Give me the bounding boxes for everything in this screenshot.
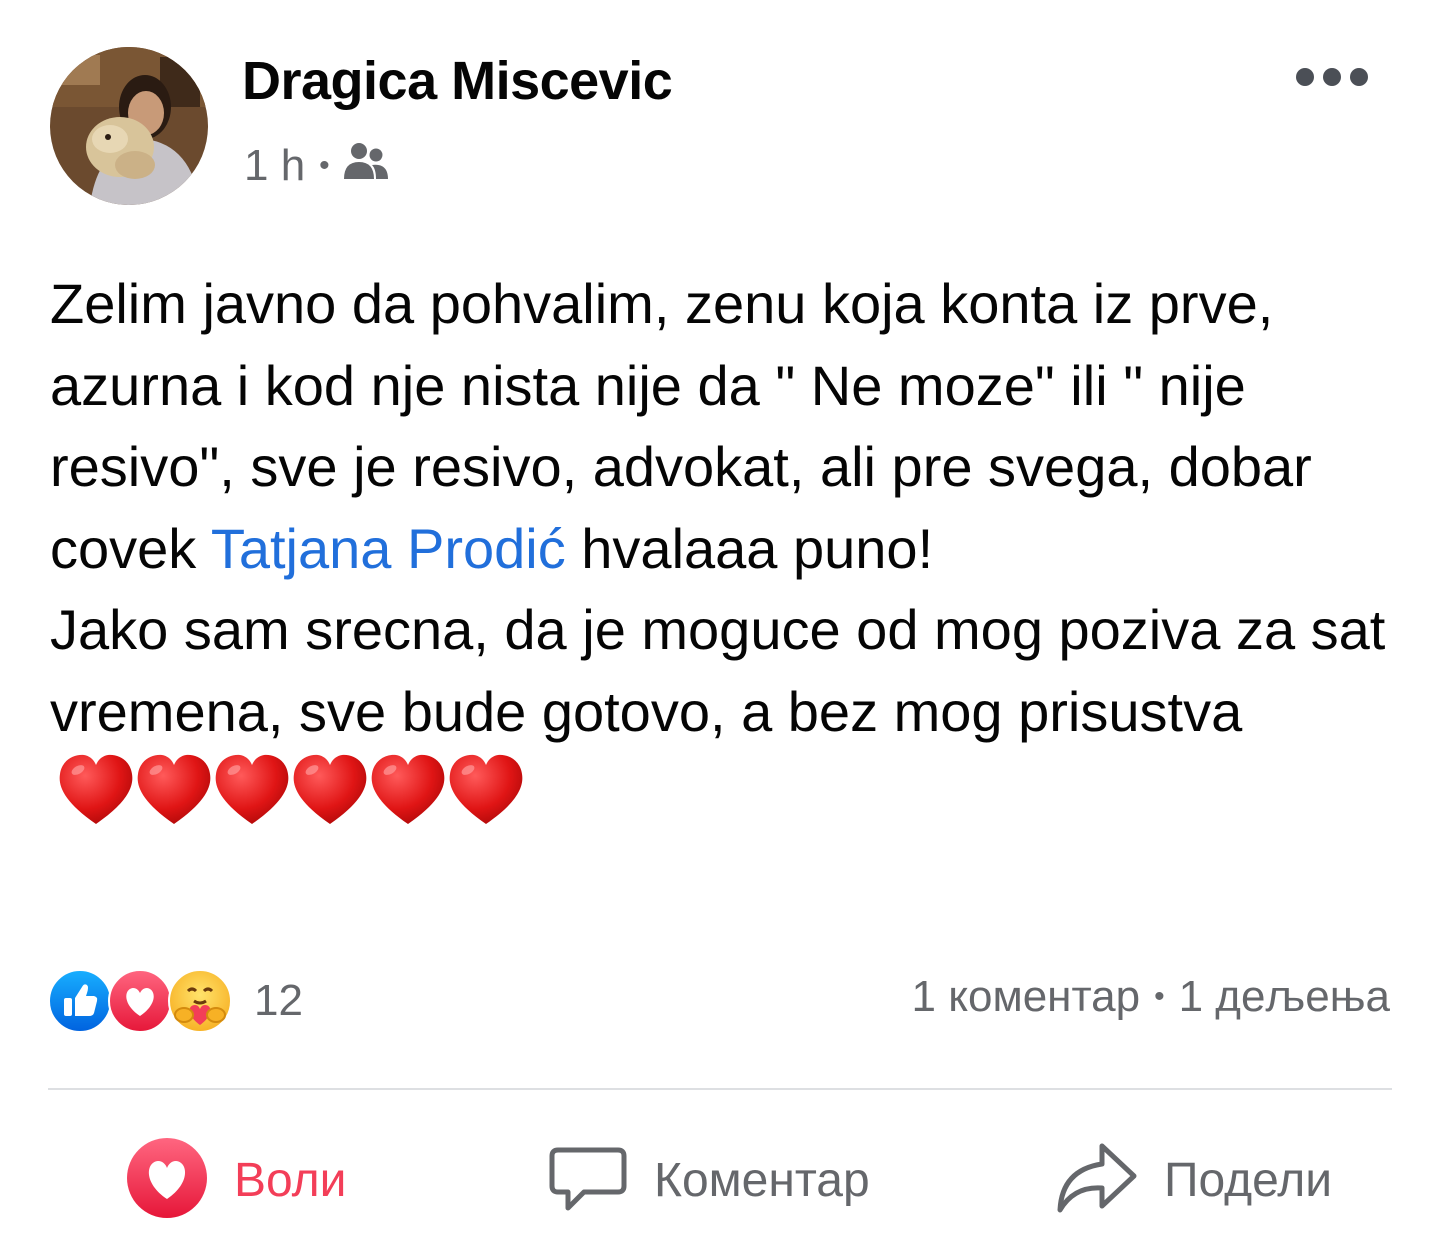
comment-button[interactable]: Коментар [548, 1135, 870, 1225]
meta-separator: • [319, 149, 330, 182]
share-label: Подели [1164, 1153, 1333, 1207]
red-heart-icon [368, 752, 446, 848]
post-paragraph-1: Zelim javno da pohvalim, zenu koja konta… [50, 263, 1410, 589]
reactions-summary[interactable]: 12 [48, 968, 303, 1034]
post-stats: 1 коментар • 1 дељења [912, 972, 1390, 1022]
like-icon [48, 969, 112, 1033]
post-time[interactable]: 1 h [244, 141, 305, 191]
post-text: Zelim javno da pohvalim, zenu koja konta… [50, 263, 1410, 848]
reaction-count: 12 [254, 976, 303, 1025]
red-heart-icon [290, 752, 368, 848]
love-icon [108, 969, 172, 1033]
friends-icon[interactable] [342, 141, 390, 192]
heart-emoji-group [56, 752, 524, 848]
more-options-icon[interactable] [1296, 60, 1368, 94]
mention-link[interactable]: Tatjana Prodić [211, 517, 566, 580]
red-heart-icon [134, 752, 212, 848]
post-text-part: Jako sam srecna, da je moguce od mog poz… [50, 598, 1386, 743]
divider [48, 1088, 1392, 1090]
red-heart-icon [446, 752, 524, 848]
heart-reaction-icon [126, 1137, 208, 1224]
like-label: Воли [234, 1153, 347, 1207]
stats-separator: • [1154, 980, 1165, 1013]
comment-icon [548, 1138, 628, 1223]
like-button[interactable]: Воли [126, 1135, 346, 1225]
post-paragraph-2: Jako sam srecna, da je moguce od mog poz… [50, 589, 1410, 848]
facebook-post: Dragica Miscevic 1 h • Zelim javno da po… [0, 0, 1440, 1259]
share-count[interactable]: 1 дељења [1179, 972, 1390, 1022]
comment-label: Коментар [654, 1153, 870, 1207]
share-button[interactable]: Подели [1054, 1135, 1332, 1225]
post-text-part: hvalaaa puno! [565, 516, 934, 580]
avatar-photo [50, 47, 208, 205]
author-avatar[interactable] [50, 47, 208, 205]
comment-count[interactable]: 1 коментар [912, 972, 1141, 1022]
post-meta: 1 h • [244, 140, 390, 192]
red-heart-icon [212, 752, 290, 848]
author-name[interactable]: Dragica Miscevic [242, 50, 673, 112]
care-icon [168, 969, 232, 1033]
share-icon [1054, 1138, 1138, 1223]
red-heart-icon [56, 752, 134, 848]
